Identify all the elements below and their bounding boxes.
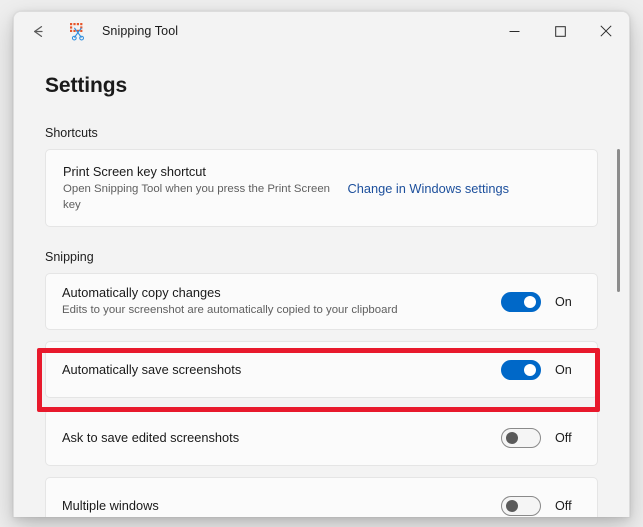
close-icon: [600, 25, 612, 37]
title-bar: Snipping Tool: [14, 12, 629, 50]
snipping-tool-icon: [66, 20, 88, 42]
settings-content: Settings Shortcuts Print Screen key shor…: [14, 50, 629, 517]
setting-title: Automatically copy changes: [62, 285, 221, 301]
toggle-knob: [506, 499, 518, 512]
maximize-icon: [554, 25, 566, 37]
page-title: Settings: [45, 74, 128, 97]
setting-card-ask-to-save-edited-screenshots[interactable]: Ask to save edited screenshots Off: [45, 409, 598, 466]
toggle-group: On: [501, 359, 581, 380]
close-button[interactable]: [583, 12, 629, 50]
setting-title: Ask to save edited screenshots: [62, 430, 240, 445]
change-in-windows-settings-link[interactable]: Change in Windows settings: [348, 181, 509, 196]
window-controls: [491, 12, 629, 50]
window-title: Snipping Tool: [102, 24, 179, 38]
toggle-group: On: [501, 291, 581, 312]
card-text-group: Automatically copy changes Edits to your…: [62, 284, 489, 319]
toggle-state-label: On: [555, 362, 572, 377]
scrollbar-track[interactable]: [614, 96, 624, 516]
toggle-multiple-windows[interactable]: [501, 495, 541, 516]
minimize-button[interactable]: [491, 12, 537, 50]
back-button[interactable]: [18, 15, 58, 47]
setting-description: Edits to your screenshot are automatical…: [62, 304, 398, 317]
setting-card-automatically-save-screenshots[interactable]: Automatically save screenshots On: [45, 341, 598, 398]
setting-card-multiple-windows[interactable]: Multiple windows Off: [45, 477, 598, 517]
toggle-group: Off: [501, 427, 581, 448]
setting-card-automatically-copy-changes[interactable]: Automatically copy changes Edits to your…: [45, 273, 598, 330]
toggle-knob: [524, 295, 536, 308]
toggle-knob: [506, 431, 518, 444]
scrollbar-thumb[interactable]: [617, 149, 620, 292]
minimize-icon: [509, 26, 520, 37]
card-text-group: Ask to save edited screenshots: [62, 429, 489, 446]
toggle-knob: [524, 363, 536, 376]
toggle-state-label: Off: [555, 430, 572, 445]
card-text-group: Print Screen key shortcut Open Snipping …: [63, 163, 348, 213]
toggle-automatically-save-screenshots[interactable]: [501, 359, 541, 380]
section-header-shortcuts: Shortcuts: [45, 126, 98, 140]
setting-title: Automatically save screenshots: [62, 362, 242, 377]
toggle-automatically-copy-changes[interactable]: [501, 291, 541, 312]
toggle-group: Off: [501, 495, 581, 516]
setting-card-print-screen-shortcut[interactable]: Print Screen key shortcut Open Snipping …: [45, 149, 598, 227]
card-text-group: Automatically save screenshots: [62, 361, 489, 378]
snipping-tool-window: Snipping Tool Settings Shortcuts Print S…: [13, 11, 630, 517]
toggle-state-label: On: [555, 294, 572, 309]
maximize-button[interactable]: [537, 12, 583, 50]
toggle-ask-to-save-edited-screenshots[interactable]: [501, 427, 541, 448]
toggle-state-label: Off: [555, 498, 572, 513]
section-header-snipping: Snipping: [45, 250, 94, 264]
back-arrow-icon: [30, 23, 47, 40]
card-text-group: Multiple windows: [62, 497, 489, 514]
setting-title: Multiple windows: [62, 498, 159, 513]
setting-title: Print Screen key shortcut: [63, 164, 206, 179]
setting-description: Open Snipping Tool when you press the Pr…: [63, 183, 331, 211]
